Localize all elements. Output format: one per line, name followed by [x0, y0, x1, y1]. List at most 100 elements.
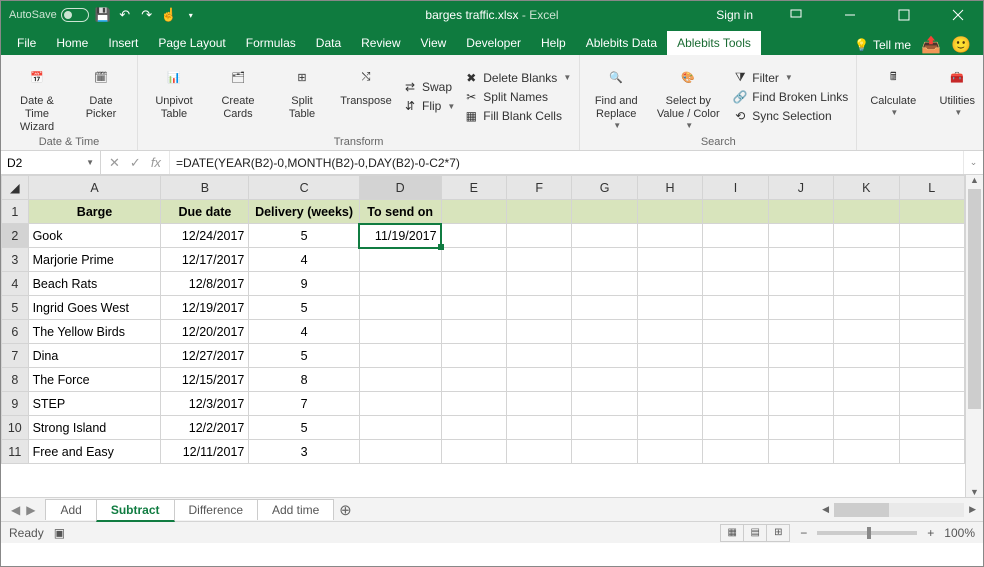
zoom-level[interactable]: 100%: [944, 526, 975, 540]
cell[interactable]: [506, 296, 571, 320]
cell[interactable]: [637, 392, 702, 416]
autosave-toggle[interactable]: AutoSave: [9, 8, 89, 22]
scroll-right-icon[interactable]: ▶: [966, 504, 979, 515]
cell[interactable]: [768, 248, 833, 272]
cell[interactable]: [441, 296, 506, 320]
cell[interactable]: [834, 344, 899, 368]
cell[interactable]: [441, 392, 506, 416]
cell[interactable]: [703, 248, 768, 272]
sheet-tab-add[interactable]: Add: [45, 499, 96, 520]
sign-in-link[interactable]: Sign in: [716, 8, 753, 22]
undo-icon[interactable]: ↶: [117, 7, 133, 23]
cell[interactable]: [572, 344, 637, 368]
cell[interactable]: [703, 440, 768, 464]
select-by-value-color-button[interactable]: 🎨Select byValue / Color▼: [652, 59, 724, 134]
horizontal-scrollbar[interactable]: ◀ ▶: [819, 503, 983, 517]
cell[interactable]: 4: [249, 320, 359, 344]
cell[interactable]: [703, 344, 768, 368]
cell[interactable]: 5: [249, 344, 359, 368]
cell[interactable]: 7: [249, 392, 359, 416]
cell[interactable]: [899, 224, 964, 248]
cell[interactable]: [899, 344, 964, 368]
cell[interactable]: [637, 320, 702, 344]
sheet-tab-subtract[interactable]: Subtract: [96, 499, 175, 522]
col-header-D[interactable]: D: [359, 176, 441, 200]
cell[interactable]: [834, 416, 899, 440]
cell[interactable]: [441, 368, 506, 392]
tab-insert[interactable]: Insert: [98, 31, 148, 55]
cell[interactable]: [899, 416, 964, 440]
cell[interactable]: [768, 416, 833, 440]
cell[interactable]: The Yellow Birds: [28, 320, 161, 344]
cell[interactable]: [834, 248, 899, 272]
cell[interactable]: [703, 272, 768, 296]
cell[interactable]: 12/15/2017: [161, 368, 249, 392]
cell[interactable]: [637, 296, 702, 320]
cell[interactable]: [703, 416, 768, 440]
cell[interactable]: 8: [249, 368, 359, 392]
cell[interactable]: [899, 272, 964, 296]
col-header-J[interactable]: J: [768, 176, 833, 200]
cell[interactable]: [572, 320, 637, 344]
cell[interactable]: [572, 368, 637, 392]
formula-expand-icon[interactable]: ⌄: [963, 151, 983, 174]
col-header-G[interactable]: G: [572, 176, 637, 200]
cell[interactable]: [834, 272, 899, 296]
cell[interactable]: 12/19/2017: [161, 296, 249, 320]
cell[interactable]: [768, 440, 833, 464]
swap-button[interactable]: ⇄Swap: [402, 79, 455, 95]
cell[interactable]: [441, 224, 506, 248]
share-icon[interactable]: 📤: [921, 35, 941, 55]
row-header[interactable]: 2: [2, 224, 29, 248]
scroll-left-icon[interactable]: ◀: [819, 504, 832, 515]
col-header-L[interactable]: L: [899, 176, 964, 200]
cell[interactable]: 9: [249, 272, 359, 296]
cell[interactable]: 12/20/2017: [161, 320, 249, 344]
cell[interactable]: [899, 296, 964, 320]
cell[interactable]: [441, 248, 506, 272]
cell[interactable]: Due date: [161, 200, 249, 224]
sheet-nav-prev-icon[interactable]: ◀: [11, 503, 20, 517]
cell[interactable]: STEP: [28, 392, 161, 416]
tab-view[interactable]: View: [411, 31, 457, 55]
cell[interactable]: [441, 344, 506, 368]
cell[interactable]: [834, 368, 899, 392]
cell[interactable]: 12/24/2017: [161, 224, 249, 248]
cell[interactable]: 12/2/2017: [161, 416, 249, 440]
sync-selection-button[interactable]: ⟲Sync Selection: [732, 108, 848, 124]
tab-data[interactable]: Data: [306, 31, 351, 55]
cell[interactable]: [768, 320, 833, 344]
find-broken-links-button[interactable]: 🔗Find Broken Links: [732, 89, 848, 105]
sheet-nav-next-icon[interactable]: ▶: [26, 503, 35, 517]
zoom-in-button[interactable]: +: [927, 526, 934, 540]
col-header-B[interactable]: B: [161, 176, 249, 200]
close-button[interactable]: [935, 1, 981, 29]
flip-button[interactable]: ⇵Flip▼: [402, 98, 455, 114]
cell[interactable]: Strong Island: [28, 416, 161, 440]
cell[interactable]: [441, 320, 506, 344]
cell[interactable]: [506, 368, 571, 392]
maximize-button[interactable]: [881, 1, 927, 29]
scroll-up-icon[interactable]: ▲: [966, 175, 983, 185]
cell[interactable]: [768, 392, 833, 416]
cell[interactable]: [768, 368, 833, 392]
cell[interactable]: [359, 320, 441, 344]
col-header-K[interactable]: K: [834, 176, 899, 200]
cell[interactable]: [441, 416, 506, 440]
normal-view-button[interactable]: ▦: [720, 524, 744, 542]
cell[interactable]: [359, 296, 441, 320]
cell[interactable]: [359, 392, 441, 416]
cell[interactable]: [572, 296, 637, 320]
cell[interactable]: [359, 440, 441, 464]
row-header[interactable]: 9: [2, 392, 29, 416]
cell[interactable]: Beach Rats: [28, 272, 161, 296]
cell[interactable]: Free and Easy: [28, 440, 161, 464]
date-time-wizard-button[interactable]: 📅Date &Time Wizard: [9, 59, 65, 134]
spreadsheet[interactable]: ◢ A B C D E F G H I J K L 1BargeDue date…: [1, 175, 965, 464]
hscroll-thumb[interactable]: [834, 503, 889, 517]
cell[interactable]: [441, 440, 506, 464]
page-break-view-button[interactable]: ⊞: [766, 524, 790, 542]
cell[interactable]: 12/17/2017: [161, 248, 249, 272]
cell[interactable]: [359, 368, 441, 392]
cell[interactable]: To send on: [359, 200, 441, 224]
